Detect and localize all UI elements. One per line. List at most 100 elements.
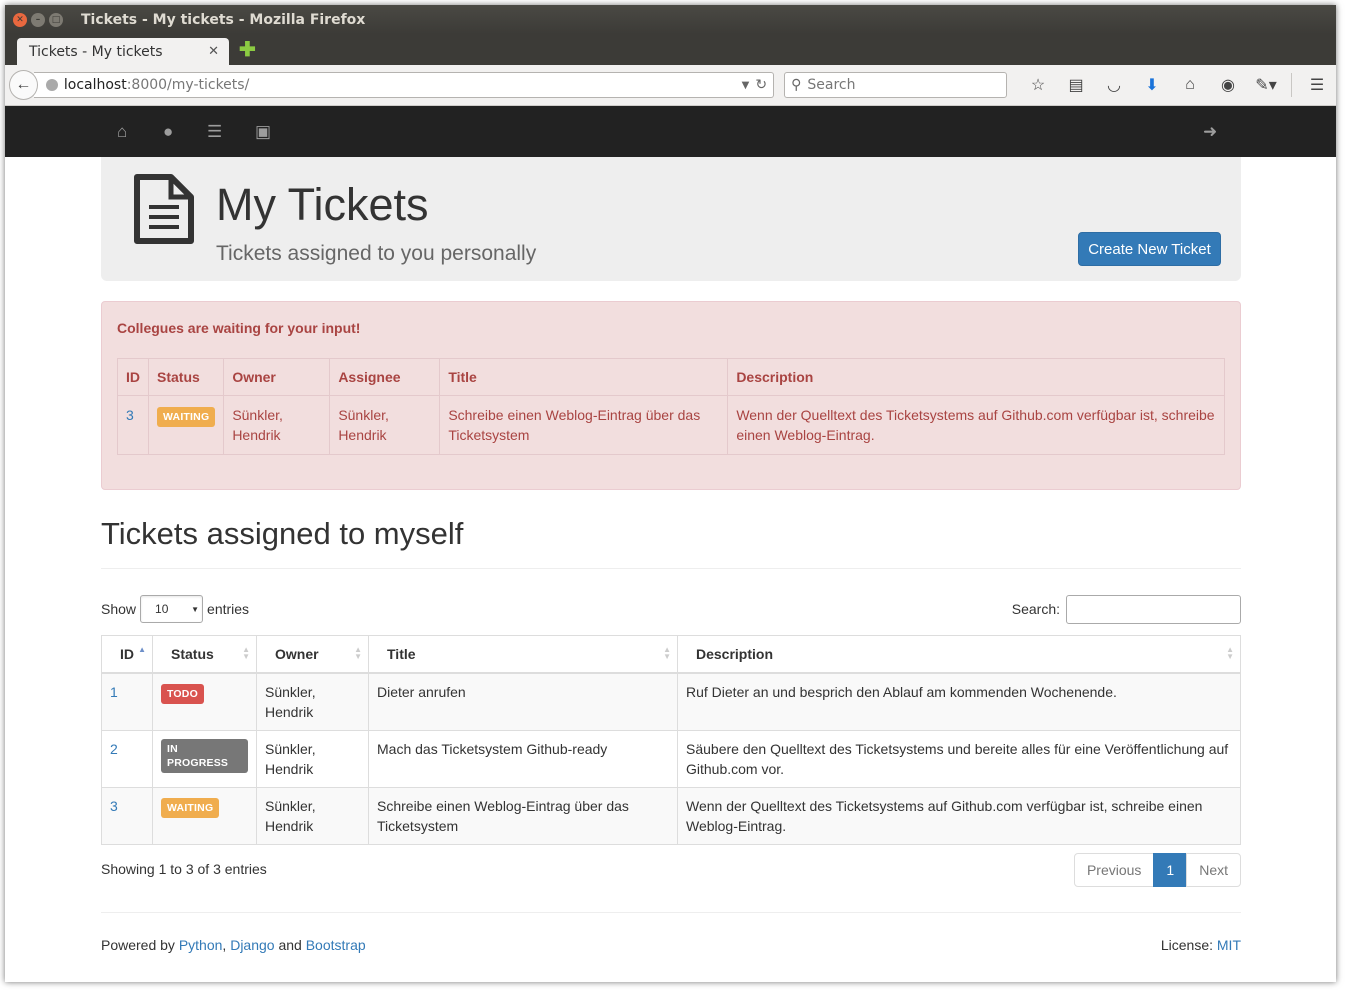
- create-ticket-button[interactable]: Create New Ticket: [1078, 232, 1221, 266]
- alert-ticket-title: Schreibe einen Weblog-Eintrag über das T…: [439, 395, 729, 455]
- back-button[interactable]: ←: [9, 70, 38, 100]
- chat-icon[interactable]: ◉: [1209, 75, 1247, 95]
- url-bar[interactable]: localhost:8000/my-tickets/ ▼ ↻: [33, 72, 775, 98]
- url-path: :8000/my-tickets/: [126, 77, 250, 93]
- bookmark-star-icon[interactable]: ☆: [1019, 75, 1057, 95]
- menu-icon[interactable]: ☰: [1298, 75, 1336, 95]
- ticket-title: Schreibe einen Weblog-Eintrag über das T…: [368, 787, 678, 845]
- tab-title: Tickets - My tickets: [29, 43, 163, 60]
- back-arrow-icon: ←: [15, 76, 32, 93]
- col-title[interactable]: Title ▲ ▼: [368, 635, 678, 674]
- alert-row: 3 WAITING Sünkler, Hendrik Sünkler, Hendri…: [117, 395, 1225, 455]
- col-description[interactable]: Description ▲ ▼: [677, 635, 1241, 674]
- tab-close-icon[interactable]: ✕: [208, 44, 219, 59]
- section-title: Tickets assigned to myself: [101, 516, 464, 551]
- ticket-description: Säubere den Quelltext des Ticketsystems …: [677, 730, 1241, 788]
- tickets-table-wrap: ID ▲ Status ▲ ▼ Owner ▲ ▼ Title ▲ ▼ Description…: [101, 635, 1241, 847]
- search-label: Search:: [1011, 601, 1060, 617]
- next-page-button[interactable]: Next: [1186, 853, 1241, 887]
- archive-icon[interactable]: ▣: [255, 122, 271, 142]
- owner-last: Sünkler,: [232, 407, 283, 423]
- pagination: Previous 1 Next: [101, 853, 1241, 887]
- reload-icon[interactable]: ↻: [755, 77, 767, 93]
- django-link[interactable]: Django: [230, 937, 274, 953]
- tab-strip: Tickets - My tickets ✕ ✚: [5, 34, 1336, 65]
- assignee-first: Hendrik: [338, 427, 387, 443]
- alert-col-title: Title: [439, 358, 729, 396]
- status-badge: WAITING: [161, 798, 220, 818]
- table-row: 1 TODO Sünkler, Hendrik Dieter anrufen Ru…: [101, 672, 1241, 731]
- ticket-description: Ruf Dieter an und besprich den Ablauf am…: [677, 672, 1241, 731]
- col-status[interactable]: Status ▲ ▼: [152, 635, 257, 674]
- ticket-link[interactable]: 2: [110, 741, 118, 757]
- assignee-last: Sünkler,: [338, 407, 389, 423]
- owner-last: Sünkler,: [265, 798, 316, 814]
- browser-window: ✕ – □ Tickets - My tickets - Mozilla Fir…: [5, 5, 1336, 982]
- sort-icon: ▲ ▼: [1226, 645, 1234, 661]
- owner-first: Hendrik: [265, 818, 314, 834]
- status-badge: TODO: [161, 684, 204, 704]
- toolbar-icons: ☆ ▤ ◡ ⬇ ⌂ ◉ ✎▾ ☰: [1019, 73, 1336, 97]
- alert-ticket-description: Wenn der Quelltext des Ticketsystems auf…: [727, 395, 1225, 455]
- alert-ticket-link[interactable]: 3: [126, 407, 134, 423]
- window-close-button[interactable]: ✕: [13, 12, 27, 27]
- ticket-title: Mach das Ticketsystem Github-ready: [368, 730, 678, 788]
- list-icon[interactable]: ☰: [207, 122, 222, 142]
- footer: Powered by Python, Django and Bootstrap …: [101, 937, 1241, 953]
- site-navbar: ⌂ ● ☰ ▣ ➜: [5, 106, 1336, 157]
- url-dropdown-icon[interactable]: ▼: [742, 80, 750, 91]
- alert-heading: Collegues are waiting for your input!: [117, 320, 361, 336]
- powered-by: Powered by Python, Django and Bootstrap: [101, 937, 366, 953]
- table-row: 2 IN PROGRESS Sünkler, Hendrik Mach das T…: [101, 730, 1241, 788]
- sign-out-icon[interactable]: ➜: [1203, 122, 1217, 142]
- new-tab-icon[interactable]: ✚: [239, 40, 256, 60]
- bootstrap-link[interactable]: Bootstrap: [306, 937, 366, 953]
- waiting-alert: Collegues are waiting for your input! ID…: [101, 301, 1241, 490]
- user-icon[interactable]: ●: [163, 122, 173, 142]
- table-search-input[interactable]: [1066, 594, 1241, 624]
- owner-first: Hendrik: [265, 761, 314, 777]
- search-icon: ⚲: [791, 77, 802, 93]
- download-icon[interactable]: ⬇: [1133, 75, 1171, 95]
- tickets-table: ID ▲ Status ▲ ▼ Owner ▲ ▼ Title ▲ ▼ Description…: [101, 635, 1241, 845]
- ticket-description: Wenn der Quelltext des Ticketsystems auf…: [677, 787, 1241, 845]
- status-badge: WAITING: [157, 407, 216, 427]
- window-maximize-button[interactable]: □: [49, 12, 63, 27]
- alert-col-description: Description: [727, 358, 1225, 396]
- ticket-link[interactable]: 1: [110, 684, 118, 700]
- footer-divider: [101, 912, 1241, 913]
- col-owner[interactable]: Owner ▲ ▼: [256, 635, 369, 674]
- globe-icon: [45, 79, 58, 91]
- sort-icon: ▲ ▼: [354, 645, 362, 661]
- alert-col-status: Status: [147, 358, 225, 396]
- python-link[interactable]: Python: [179, 937, 223, 953]
- document-icon: [134, 174, 194, 244]
- jumbotron: My Tickets Tickets assigned to you perso…: [101, 157, 1241, 281]
- owner-last: Sünkler,: [265, 741, 316, 757]
- status-badge: IN PROGRESS: [161, 739, 248, 773]
- reading-list-icon[interactable]: ▤: [1057, 75, 1095, 95]
- alert-table: ID Status Owner Assignee Title Descripti…: [117, 358, 1225, 455]
- ticket-title: Dieter anrufen: [368, 672, 678, 731]
- license-link[interactable]: MIT: [1217, 937, 1241, 953]
- table-search: Search:: [101, 594, 1241, 624]
- table-row: 3 WAITING Sünkler, Hendrik Schreibe einen…: [101, 787, 1241, 845]
- ticket-link[interactable]: 3: [110, 798, 118, 814]
- license: License: MIT: [1160, 937, 1241, 953]
- page-1-button[interactable]: 1: [1153, 853, 1188, 887]
- home-icon[interactable]: ⌂: [117, 122, 127, 142]
- sort-asc-icon: ▲: [138, 645, 146, 654]
- window-titlebar: ✕ – □ Tickets - My tickets - Mozilla Fir…: [5, 5, 1336, 34]
- home-icon[interactable]: ⌂: [1171, 76, 1209, 94]
- pocket-icon[interactable]: ◡: [1095, 75, 1133, 95]
- browser-tab[interactable]: Tickets - My tickets ✕: [17, 38, 229, 65]
- alert-col-owner: Owner: [223, 358, 331, 396]
- browser-search-bar[interactable]: ⚲ Search: [784, 72, 1007, 98]
- window-minimize-button[interactable]: –: [31, 12, 45, 27]
- page-title: My Tickets: [216, 179, 429, 230]
- previous-page-button[interactable]: Previous: [1073, 853, 1155, 887]
- alert-col-id: ID: [117, 358, 149, 396]
- owner-first: Hendrik: [265, 704, 314, 720]
- col-id[interactable]: ID ▲: [101, 635, 153, 674]
- extension-icon[interactable]: ✎▾: [1247, 75, 1285, 95]
